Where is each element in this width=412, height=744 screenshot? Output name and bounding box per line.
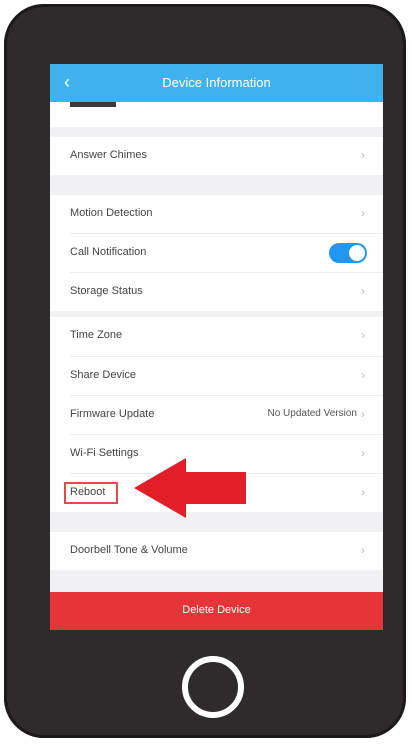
time-zone-label: Time Zone	[70, 329, 123, 341]
share-device-row[interactable]: Share Device ›	[50, 357, 383, 395]
chevron-right-icon: ›	[361, 368, 365, 382]
doorbell-tone-label: Doorbell Tone & Volume	[70, 544, 188, 556]
call-notification-toggle[interactable]	[329, 243, 367, 263]
chevron-right-icon: ›	[361, 206, 365, 220]
section-gap	[50, 570, 383, 592]
chevron-right-icon: ›	[361, 328, 365, 342]
chevron-right-icon: ›	[361, 543, 365, 557]
section-gap	[50, 127, 383, 137]
delete-device-button[interactable]: Delete Device	[50, 592, 383, 630]
chevron-right-icon: ›	[361, 407, 365, 421]
phone-frame: ‹ Device Information Answer Chimes › Mot…	[4, 4, 406, 738]
top-nav-bar: ‹ Device Information	[50, 64, 383, 102]
answer-chimes-row[interactable]: Answer Chimes ›	[50, 137, 383, 175]
call-notification-row: Call Notification	[50, 234, 383, 272]
device-thumbnail	[70, 102, 116, 107]
chevron-right-icon: ›	[361, 485, 365, 499]
motion-detection-label: Motion Detection	[70, 207, 153, 219]
section-gap	[50, 175, 383, 195]
time-zone-row[interactable]: Time Zone ›	[50, 317, 383, 355]
app-screen: ‹ Device Information Answer Chimes › Mot…	[50, 64, 383, 630]
delete-device-label: Delete Device	[182, 604, 251, 616]
toggle-knob	[349, 245, 365, 261]
home-button-icon[interactable]	[182, 656, 244, 718]
answer-chimes-label: Answer Chimes	[70, 149, 148, 161]
chevron-right-icon: ›	[361, 446, 365, 460]
storage-status-label: Storage Status	[70, 285, 143, 297]
firmware-update-label: Firmware Update	[70, 408, 155, 420]
call-notification-label: Call Notification	[70, 246, 147, 258]
motion-detection-row[interactable]: Motion Detection ›	[50, 195, 383, 233]
wifi-settings-label: Wi-Fi Settings	[70, 447, 139, 459]
chevron-right-icon: ›	[361, 284, 365, 298]
page-title: Device Information	[162, 75, 271, 90]
doorbell-tone-row[interactable]: Doorbell Tone & Volume ›	[50, 532, 383, 570]
reboot-highlight-box	[64, 482, 118, 504]
annotation-arrow-icon	[134, 458, 246, 518]
share-device-label: Share Device	[70, 369, 137, 381]
firmware-update-row[interactable]: Firmware Update No Updated Version ›	[50, 396, 383, 434]
storage-status-row[interactable]: Storage Status ›	[50, 273, 383, 311]
chevron-right-icon: ›	[361, 148, 365, 162]
firmware-update-value: No Updated Version	[267, 408, 357, 419]
